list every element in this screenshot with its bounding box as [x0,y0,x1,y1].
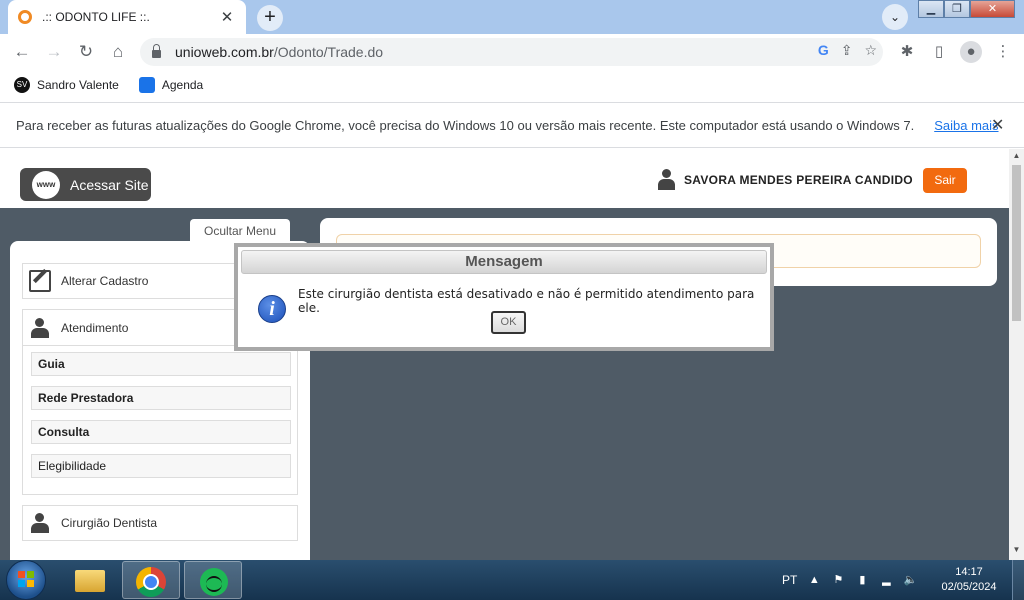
home-icon[interactable]: ⌂ [107,41,129,63]
bookmarks-bar: SV Sandro Valente Agenda [0,70,1024,100]
tooth-icon [138,77,155,93]
close-tab-icon[interactable]: ✕ [218,8,236,26]
volume-muted-icon[interactable]: 🔈 [903,573,917,587]
language-indicator[interactable]: PT [782,573,797,587]
chrome-update-infobar: Para receber as futuras atualizações do … [0,102,1024,148]
restore-button[interactable]: ❐ [944,0,970,18]
url-host: unioweb.com.br [175,44,274,60]
tab-title: .:: ODONTO LIFE ::. [42,10,150,24]
forward-arrow-icon[interactable]: → [43,41,65,63]
taskbar-spotify[interactable] [184,561,242,599]
scroll-up-icon[interactable]: ▲ [1012,151,1021,160]
sv-avatar-icon: SV [14,77,30,93]
back-arrow-icon[interactable]: ← [11,41,33,63]
www-globe-icon: www [32,170,60,199]
spotify-icon [200,568,228,596]
tab-strip: .:: ODONTO LIFE ::. ✕ + ⌄ ▁ ❐ ✕ [0,0,1024,34]
browser-tab[interactable]: .:: ODONTO LIFE ::. ✕ [8,0,246,34]
minimize-button[interactable]: ▁ [918,0,944,18]
window-controls: ▁ ❐ ✕ [918,0,1015,20]
taskbar-explorer[interactable] [60,561,118,599]
window-close-button[interactable]: ✕ [970,0,1015,18]
start-button[interactable] [6,560,46,600]
dentist-icon [29,512,51,534]
network-signal-icon[interactable]: ▂ [879,573,893,587]
site-favicon-icon [18,10,32,24]
attendant-icon [29,317,51,339]
submenu-item-guia[interactable]: Guia [31,352,291,376]
extensions-puzzle-icon[interactable]: ✱ [896,41,918,63]
bookmark-label: Agenda [161,78,204,92]
url-text: unioweb.com.br/Odonto/Trade.do [175,44,383,60]
edit-icon [29,270,51,292]
user-icon [658,169,675,191]
submenu-item-consulta[interactable]: Consulta [31,420,291,444]
clock-date: 02/05/2024 [941,581,997,593]
bookmark-star-icon[interactable]: ☆ [864,42,877,59]
reload-icon[interactable]: ↻ [75,41,97,63]
clock-time: 14:17 [955,566,983,578]
sidebar-item-label: Alterar Cadastro [61,274,149,288]
access-site-label: Acessar Site [70,176,149,193]
windows-taskbar: PT ▲ ⚑ ▮ ▂ 🔈 14:17 02/05/2024 [0,560,1024,600]
sidebar-item-label: Cirurgião Dentista [61,516,158,530]
address-bar[interactable]: unioweb.com.br/Odonto/Trade.do G ⇪ ☆ [140,38,883,66]
taskbar-clock[interactable]: 14:17 02/05/2024 [938,565,1000,595]
kebab-menu-icon[interactable]: ⋮ [992,41,1014,63]
browser-toolbar: ← → ↻ ⌂ unioweb.com.br/Odonto/Trade.do G… [0,34,1024,70]
scrollbar-thumb[interactable] [1012,165,1021,321]
side-panel-icon[interactable]: ▯ [928,41,950,63]
message-dialog: Mensagem i Este cirurgião dentista está … [234,243,774,351]
system-tray: PT ▲ ⚑ ▮ ▂ 🔈 [782,560,917,600]
ok-button[interactable]: OK [491,311,526,334]
user-info: SAVORA MENDES PEREIRA CANDIDO [658,169,913,191]
sidebar-item-cirurgiao-dentista[interactable]: Cirurgião Dentista [22,505,298,541]
bookmark-agenda[interactable]: Agenda [138,77,204,93]
info-icon: i [258,295,286,323]
page-scrollbar[interactable]: ▲ ▼ [1009,149,1024,560]
bookmark-label: Sandro Valente [37,78,119,92]
google-lens-icon[interactable]: G [818,42,829,59]
sidebar-item-label: Atendimento [61,320,129,335]
hide-menu-tab[interactable]: Ocultar Menu [190,219,290,243]
web-page: www Acessar Site SAVORA MENDES PEREIRA C… [0,149,1009,560]
dialog-title: Mensagem [241,250,767,274]
bookmark-sandro-valente[interactable]: SV Sandro Valente [14,77,119,93]
show-desktop-button[interactable] [1012,560,1024,600]
new-tab-button[interactable]: + [257,5,283,31]
profile-avatar-icon[interactable]: ● [960,41,982,63]
learn-more-link[interactable]: Saiba mais [934,118,998,133]
share-icon[interactable]: ⇪ [841,42,853,59]
submenu-item-elegibilidade[interactable]: Elegibilidade [31,454,291,478]
scroll-down-icon[interactable]: ▼ [1012,545,1021,554]
tab-search-icon[interactable]: ⌄ [882,4,908,30]
show-hidden-icons-icon[interactable]: ▲ [807,573,821,587]
access-site-button[interactable]: www Acessar Site [20,168,151,201]
url-path: /Odonto/Trade.do [273,44,384,60]
dialog-message: Este cirurgião dentista está desativado … [298,287,755,315]
submenu-item-rede-prestadora[interactable]: Rede Prestadora [31,386,291,410]
chrome-icon [136,567,166,597]
logout-button[interactable]: Sair [923,168,967,193]
lock-icon[interactable] [152,44,161,58]
infobar-message: Para receber as futuras atualizações do … [16,117,915,133]
infobar-close-icon[interactable]: ✕ [991,115,1004,135]
atendimento-submenu: Guia Rede Prestadora Consulta Elegibilid… [22,345,298,495]
taskbar-chrome[interactable] [122,561,180,599]
user-name: SAVORA MENDES PEREIRA CANDIDO [684,173,913,187]
power-icon[interactable]: ▮ [855,573,869,587]
folder-icon [75,570,105,592]
action-center-flag-icon[interactable]: ⚑ [831,573,845,587]
